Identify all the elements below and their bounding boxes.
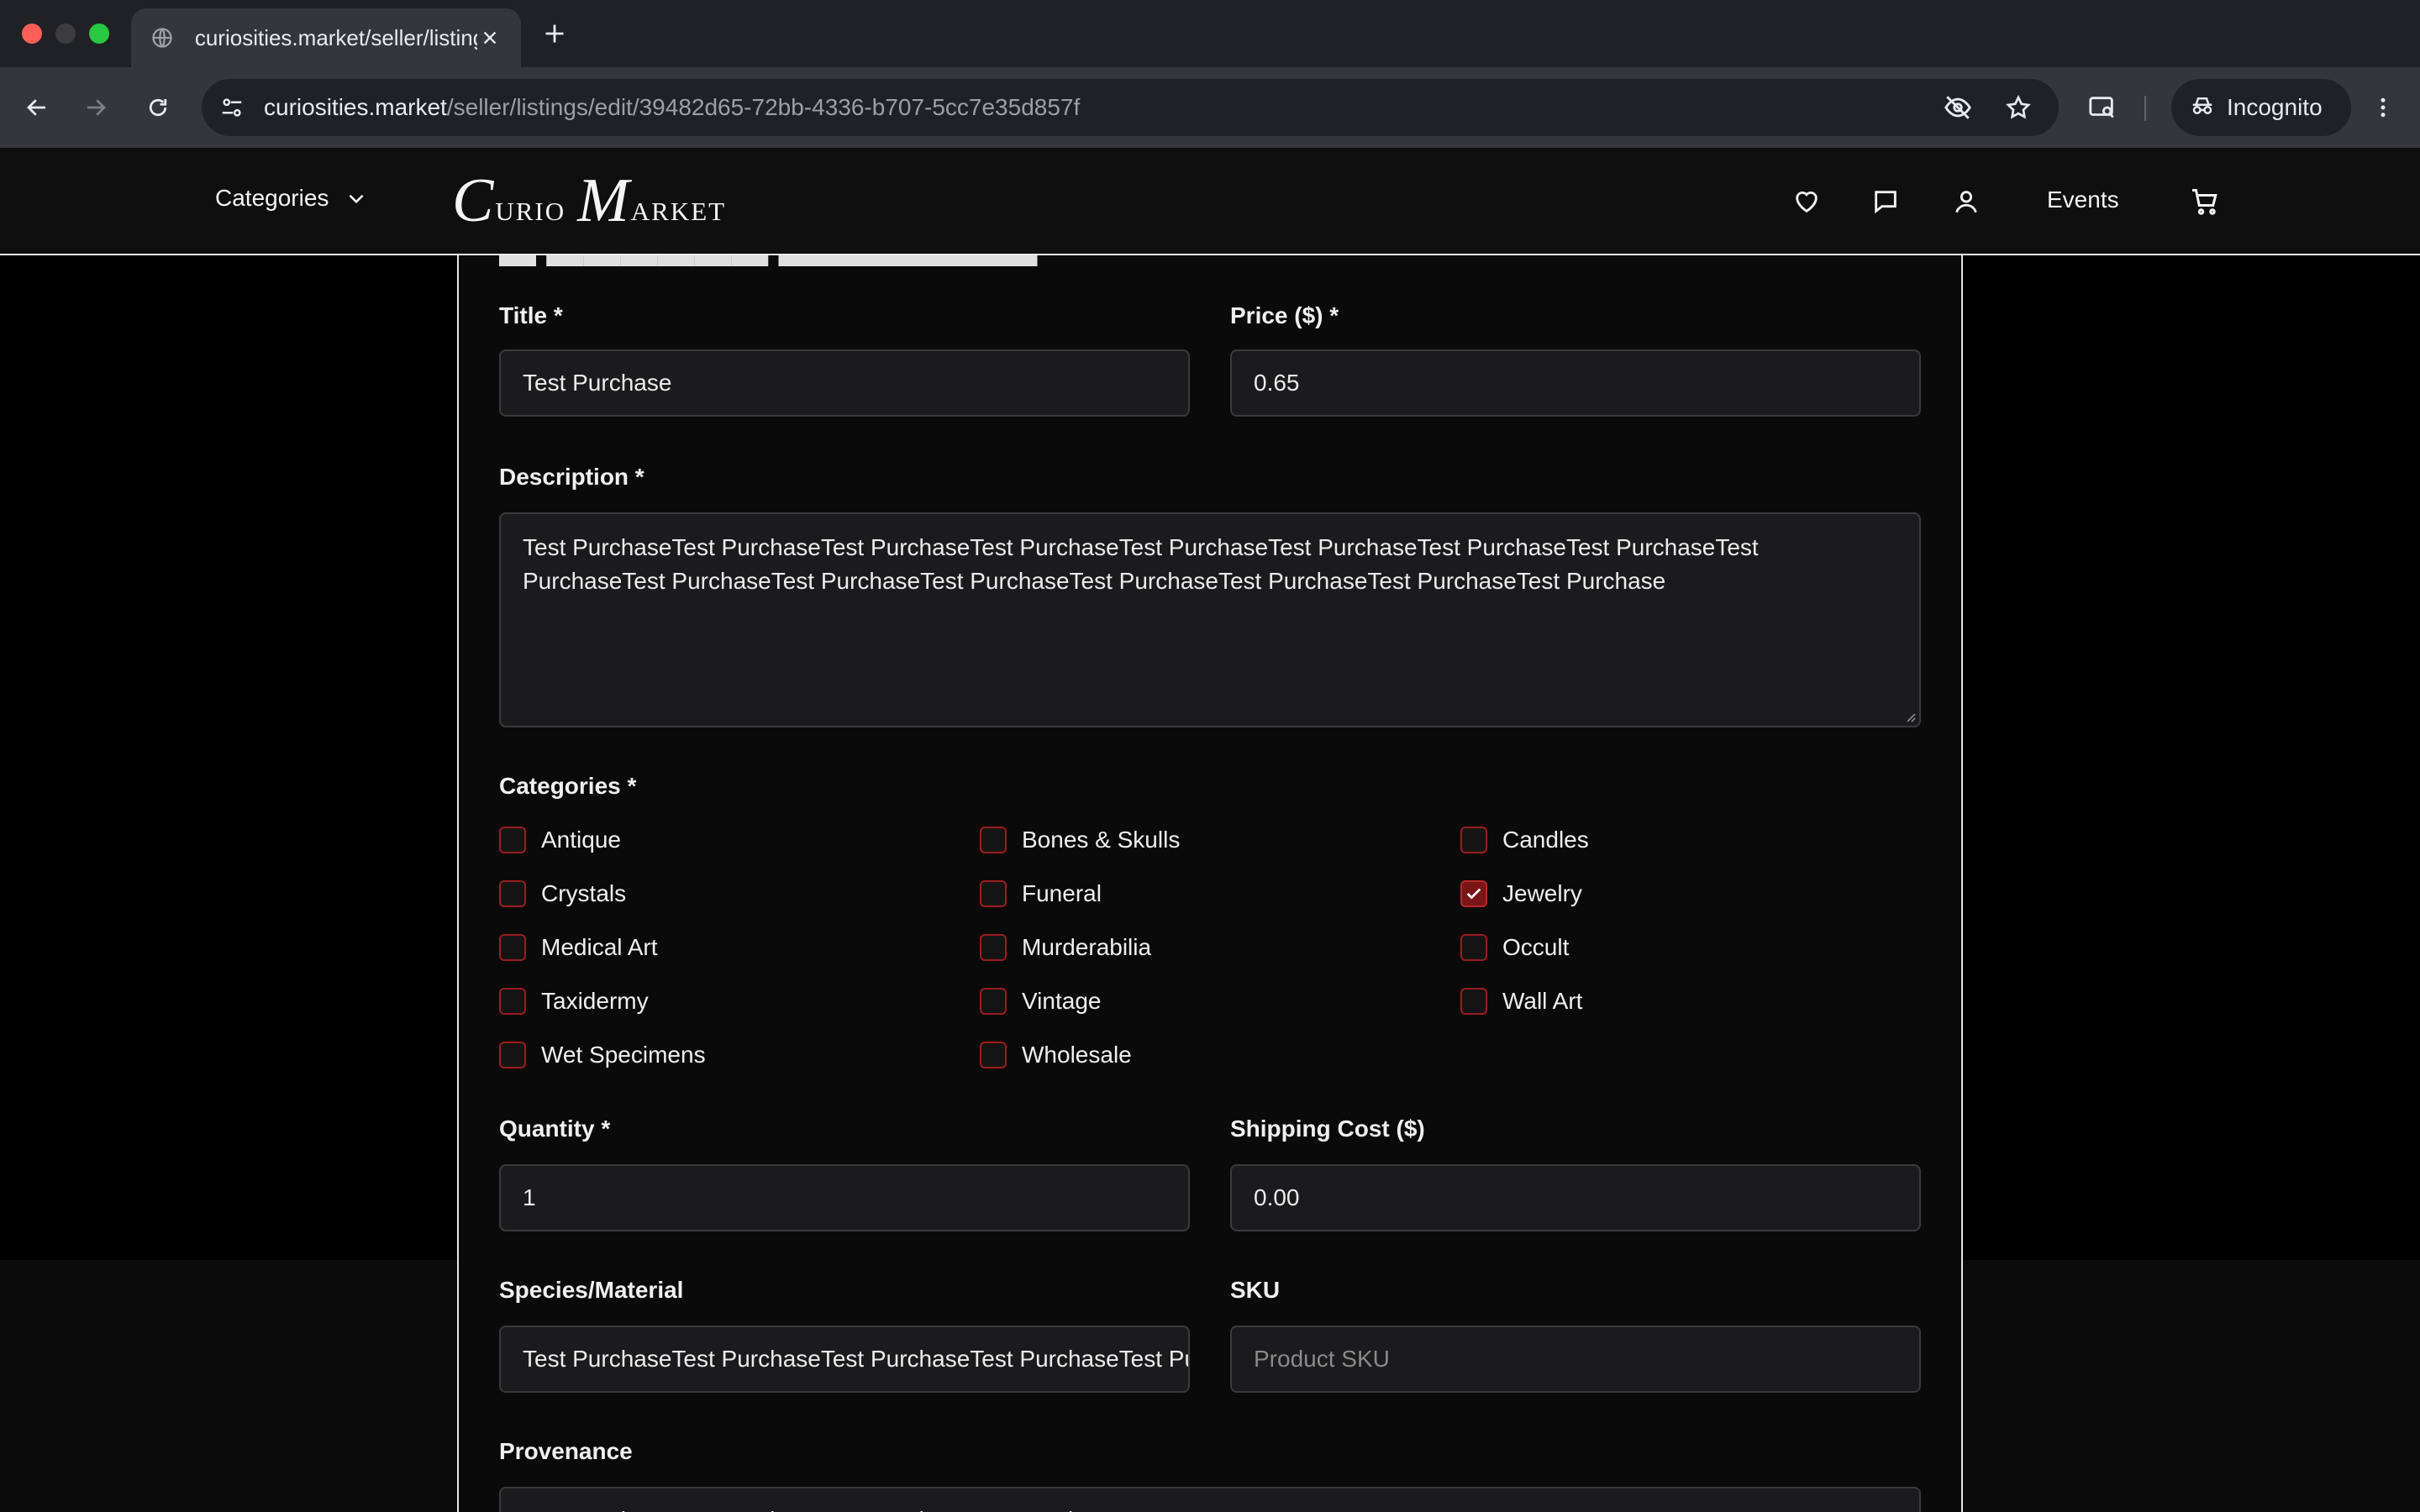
- bookmark-star-icon[interactable]: [2002, 91, 2035, 124]
- new-tab-button[interactable]: [538, 17, 571, 50]
- species-material-label: Species/Material: [499, 1277, 684, 1303]
- reload-icon[interactable]: [138, 87, 178, 128]
- sku-label: SKU: [1230, 1277, 1281, 1303]
- checkbox[interactable]: [980, 880, 1007, 907]
- checkbox[interactable]: [1460, 827, 1487, 853]
- window-close-button[interactable]: [22, 24, 42, 44]
- checkbox[interactable]: [499, 827, 526, 853]
- description-text: Test PurchaseTest PurchaseTest PurchaseT…: [523, 534, 1759, 594]
- account-user-icon[interactable]: [1946, 181, 1986, 222]
- category-checkbox-item[interactable]: Candles: [1460, 823, 1589, 857]
- browser-toolbar: curiosities.market/seller/listings/edit/…: [0, 67, 2420, 148]
- tracking-protection-icon[interactable]: [1941, 91, 1975, 124]
- category-label: Funeral: [1022, 880, 1102, 906]
- checkbox[interactable]: [499, 988, 526, 1015]
- toolbar-divider: [2144, 96, 2146, 121]
- checkbox[interactable]: [980, 1042, 1007, 1068]
- provenance-label: Provenance: [499, 1438, 633, 1464]
- incognito-label: Incognito: [2227, 94, 2323, 120]
- close-tab-icon[interactable]: [477, 25, 502, 50]
- checkbox[interactable]: [499, 880, 526, 907]
- category-checkbox-item[interactable]: Wall Art: [1460, 984, 1582, 1018]
- category-label: Wholesale: [1022, 1042, 1132, 1068]
- window-minimize-button[interactable]: [55, 24, 76, 44]
- provenance-input[interactable]: Test PurchaseTest PurchaseTest PurchaseT…: [499, 1487, 1921, 1512]
- category-checkbox-item[interactable]: Wholesale: [980, 1038, 1132, 1072]
- site-header: Categories Curio Market Events: [0, 148, 2420, 255]
- tab-title: curiosities.market/seller/listings/edit/…: [194, 24, 477, 50]
- form-heading-scrolled: ▬ ▬▬▬▬▬▬ ▬▬▬▬▬▬▬: [499, 255, 1037, 276]
- description-textarea[interactable]: Test PurchaseTest PurchaseTest PurchaseT…: [499, 512, 1921, 727]
- category-label: Occult: [1502, 934, 1570, 960]
- checkbox[interactable]: [499, 934, 526, 961]
- category-label: Taxidermy: [541, 988, 649, 1014]
- category-checkbox-item[interactable]: Wet Specimens: [499, 1038, 706, 1072]
- messages-icon[interactable]: [1865, 181, 1906, 222]
- category-checkbox-item[interactable]: Vintage: [980, 984, 1101, 1018]
- chevron-down-icon: [344, 186, 369, 211]
- category-label: Vintage: [1022, 988, 1102, 1014]
- edit-listing-form: ▬ ▬▬▬▬▬▬ ▬▬▬▬▬▬▬ Title * Test Purchase P…: [457, 255, 1963, 1512]
- category-label: Candles: [1502, 827, 1589, 853]
- forward-arrow-icon[interactable]: [76, 87, 116, 128]
- categories-menu-button[interactable]: Categories: [215, 185, 369, 212]
- sku-input[interactable]: Product SKU: [1230, 1326, 1921, 1393]
- price-label: Price ($) *: [1230, 302, 1339, 328]
- back-arrow-icon[interactable]: [17, 87, 57, 128]
- favorites-heart-icon[interactable]: [1786, 181, 1827, 222]
- incognito-badge[interactable]: Incognito: [2171, 79, 2351, 136]
- events-link[interactable]: Events: [2047, 186, 2119, 213]
- category-label: Wall Art: [1502, 988, 1583, 1014]
- category-checkbox-item[interactable]: Funeral: [980, 877, 1102, 911]
- category-label: Medical Art: [541, 934, 658, 960]
- checkbox[interactable]: [1460, 988, 1487, 1015]
- checkbox[interactable]: [1460, 934, 1487, 961]
- category-checkbox-item[interactable]: Occult: [1460, 931, 1569, 964]
- price-input[interactable]: 0.65: [1230, 349, 1921, 417]
- categories-label: Categories *: [499, 773, 637, 799]
- shipping-cost-input[interactable]: 0.00: [1230, 1164, 1921, 1231]
- category-label: Antique: [541, 827, 621, 853]
- url-text[interactable]: curiosities.market/seller/listings/edit/…: [264, 94, 1080, 121]
- category-label: Jewelry: [1502, 880, 1582, 906]
- quantity-input[interactable]: 1: [499, 1164, 1190, 1231]
- site-settings-icon[interactable]: [215, 91, 249, 124]
- category-checkbox-item[interactable]: Murderabilia: [980, 931, 1151, 964]
- window-zoom-button[interactable]: [89, 24, 109, 44]
- quantity-label: Quantity *: [499, 1116, 611, 1142]
- checkmark-icon: [1466, 888, 1481, 900]
- cart-icon[interactable]: [2185, 181, 2225, 222]
- browser-tab-active[interactable]: curiosities.market/seller/listings/edit/…: [131, 8, 521, 67]
- category-checkbox-item[interactable]: Crystals: [499, 877, 626, 911]
- address-bar[interactable]: curiosities.market/seller/listings/edit/…: [202, 79, 2059, 136]
- curio-market-logo[interactable]: Curio Market: [452, 165, 738, 232]
- categories-menu-label: Categories: [215, 185, 329, 211]
- category-checkbox-item[interactable]: Taxidermy: [499, 984, 649, 1018]
- checkbox[interactable]: [980, 827, 1007, 853]
- title-input[interactable]: Test Purchase: [499, 349, 1190, 417]
- checkbox[interactable]: [980, 988, 1007, 1015]
- search-tabs-icon[interactable]: [2082, 87, 2123, 128]
- incognito-icon: [2190, 93, 2215, 123]
- categories-checkbox-grid: Antique Bones & Skulls Candles Crystals Fune…: [499, 823, 1941, 1100]
- checkbox[interactable]: [980, 934, 1007, 961]
- category-label: Crystals: [541, 880, 627, 906]
- checkbox-checked[interactable]: [1460, 880, 1487, 907]
- category-label: Wet Specimens: [541, 1042, 706, 1068]
- title-label: Title *: [499, 302, 563, 328]
- category-checkbox-item[interactable]: Bones & Skulls: [980, 823, 1180, 857]
- globe-icon: [150, 25, 175, 50]
- category-label: Bones & Skulls: [1022, 827, 1181, 853]
- browser-menu-icon[interactable]: [2363, 87, 2403, 128]
- shipping-cost-label: Shipping Cost ($): [1230, 1116, 1425, 1142]
- checkbox[interactable]: [499, 1042, 526, 1068]
- species-material-input[interactable]: Test PurchaseTest PurchaseTest PurchaseT…: [499, 1326, 1190, 1393]
- resize-grip-icon[interactable]: [1902, 709, 1916, 722]
- category-checkbox-item[interactable]: Jewelry: [1460, 877, 1582, 911]
- description-label: Description *: [499, 464, 644, 490]
- category-checkbox-item[interactable]: Antique: [499, 823, 621, 857]
- category-label: Murderabilia: [1022, 934, 1152, 960]
- category-checkbox-item[interactable]: Medical Art: [499, 931, 658, 964]
- browser-tab-strip: curiosities.market/seller/listings/edit/…: [0, 0, 2420, 67]
